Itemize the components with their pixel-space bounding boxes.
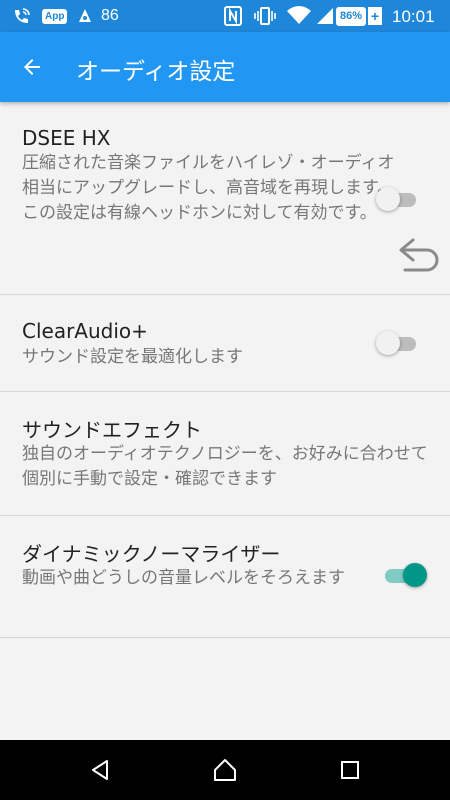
clock: 10:01 bbox=[392, 7, 435, 26]
wifi-call-icon bbox=[12, 4, 32, 28]
nav-recents-icon bbox=[341, 761, 359, 779]
setting-description: 独自のオーディオテクノロジーを、お好みに合わせて個別に手動で設定・確認できます bbox=[22, 444, 428, 489]
setting-dynamic-normalizer[interactable]: ダイナミックノーマライザー 動画や曲どうしの音量レベルをそろえます bbox=[0, 516, 450, 638]
floating-back-button[interactable] bbox=[395, 234, 443, 278]
notification-icon bbox=[76, 4, 94, 28]
battery-icon: 86% bbox=[336, 4, 367, 28]
vibrate-icon bbox=[254, 4, 276, 28]
setting-dsee-hx[interactable]: DSEE HX 圧縮された音楽ファイルをハイレゾ・オーディオ相当にアップグレード… bbox=[0, 102, 450, 295]
notification-count: 86 bbox=[101, 7, 119, 24]
setting-clearaudio[interactable]: ClearAudio+ サウンド設定を最適化します bbox=[0, 295, 450, 392]
nav-back-icon bbox=[92, 760, 108, 780]
dynamic-normalizer-toggle[interactable] bbox=[383, 562, 427, 588]
toggle-knob bbox=[376, 331, 400, 355]
undo-arrow-icon bbox=[399, 238, 439, 272]
navigation-bar bbox=[0, 740, 450, 800]
status-bar: App 86 86% + 10:01 bbox=[0, 0, 450, 32]
page-title: オーディオ設定 bbox=[76, 59, 236, 85]
settings-list: DSEE HX 圧縮された音楽ファイルをハイレゾ・オーディオ相当にアップグレード… bbox=[0, 102, 450, 638]
app-icon: App bbox=[42, 4, 68, 28]
arrow-back-icon bbox=[24, 59, 40, 75]
toggle-knob bbox=[376, 187, 400, 211]
nfc-icon bbox=[224, 4, 242, 28]
nav-recents-button[interactable] bbox=[334, 754, 366, 786]
setting-description: 動画や曲どうしの音量レベルをそろえます bbox=[22, 568, 345, 588]
back-button[interactable] bbox=[14, 49, 50, 85]
nav-back-button[interactable] bbox=[84, 754, 116, 786]
charging-icon: + bbox=[368, 4, 382, 28]
nav-home-icon bbox=[214, 759, 236, 781]
setting-title: ダイナミックノーマライザー bbox=[22, 542, 281, 566]
toggle-knob bbox=[403, 563, 427, 587]
setting-description: 圧縮された音楽ファイルをハイレゾ・オーディオ相当にアップグレードし、高音域を再現… bbox=[22, 153, 395, 223]
signal-icon bbox=[316, 4, 334, 28]
setting-sound-effect[interactable]: サウンドエフェクト 独自のオーディオテクノロジーを、お好みに合わせて個別に手動で… bbox=[0, 392, 450, 516]
setting-description: サウンド設定を最適化します bbox=[22, 347, 243, 367]
clearaudio-toggle[interactable] bbox=[376, 330, 420, 356]
nav-home-button[interactable] bbox=[209, 754, 241, 786]
setting-title: DSEE HX bbox=[22, 126, 111, 150]
dsee-hx-toggle[interactable] bbox=[376, 186, 420, 212]
app-bar: オーディオ設定 bbox=[0, 32, 450, 102]
setting-title: ClearAudio+ bbox=[22, 319, 148, 343]
setting-title: サウンドエフェクト bbox=[22, 418, 202, 442]
wifi-icon bbox=[287, 4, 311, 28]
